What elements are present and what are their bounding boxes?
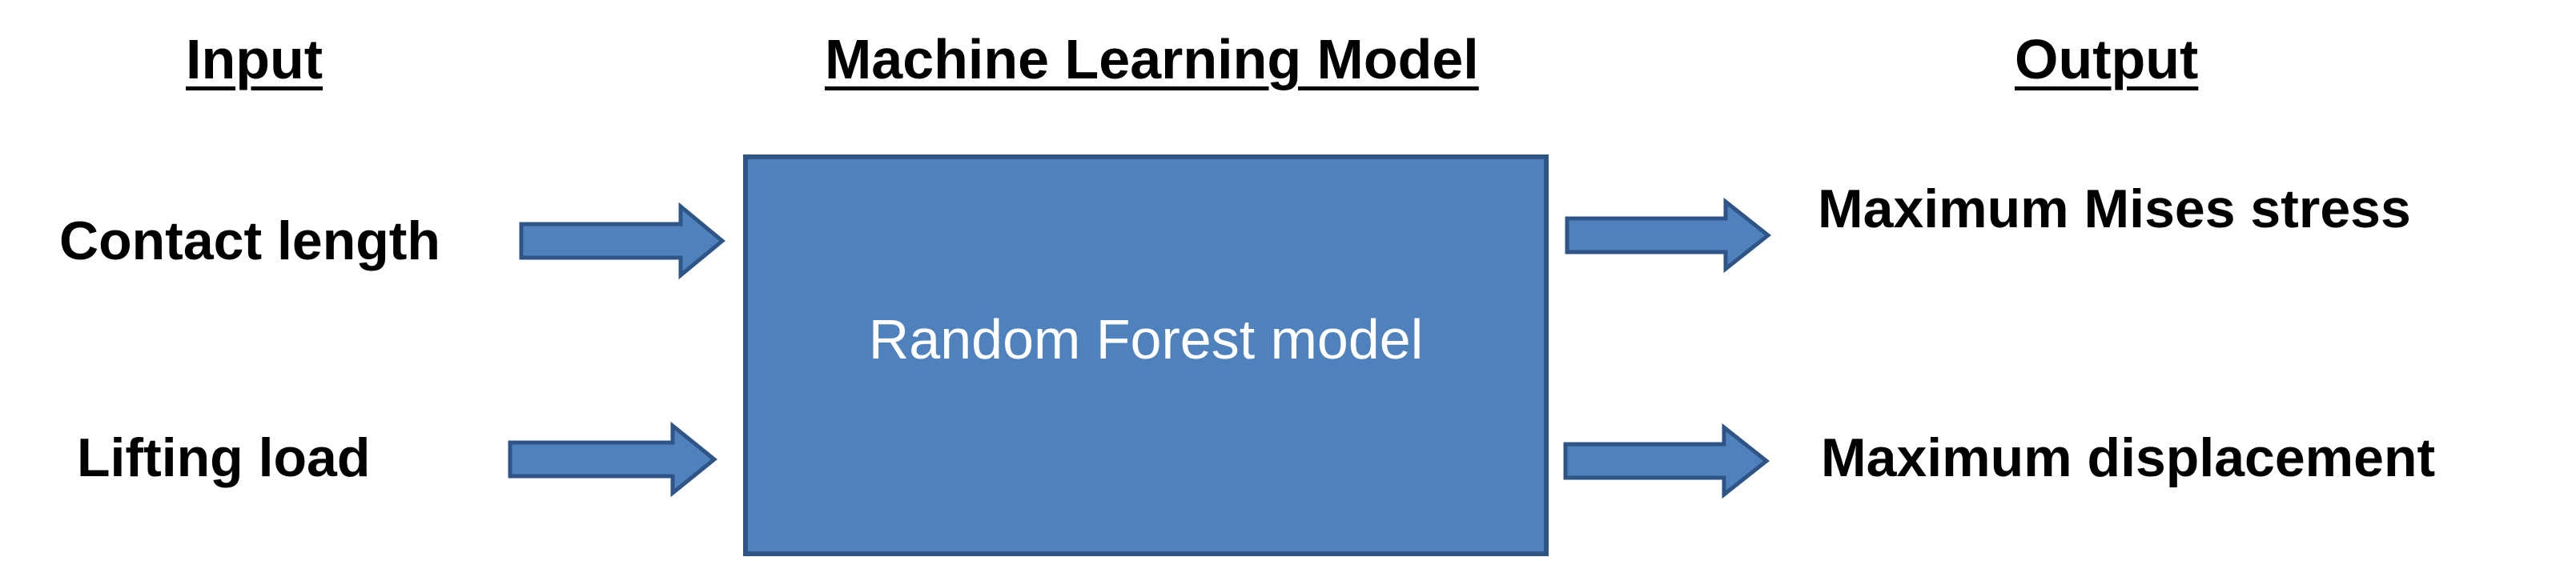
- arrow-model-to-max-displacement: [1563, 423, 1770, 499]
- arrow-contact-length-to-model: [519, 202, 725, 280]
- diagram-canvas: Input Machine Learning Model Output Cont…: [0, 0, 2576, 561]
- arrow-model-to-max-mises-stress: [1565, 197, 1772, 274]
- flow-arrows: [508, 197, 1772, 499]
- arrow-lifting-load-to-model: [508, 421, 717, 498]
